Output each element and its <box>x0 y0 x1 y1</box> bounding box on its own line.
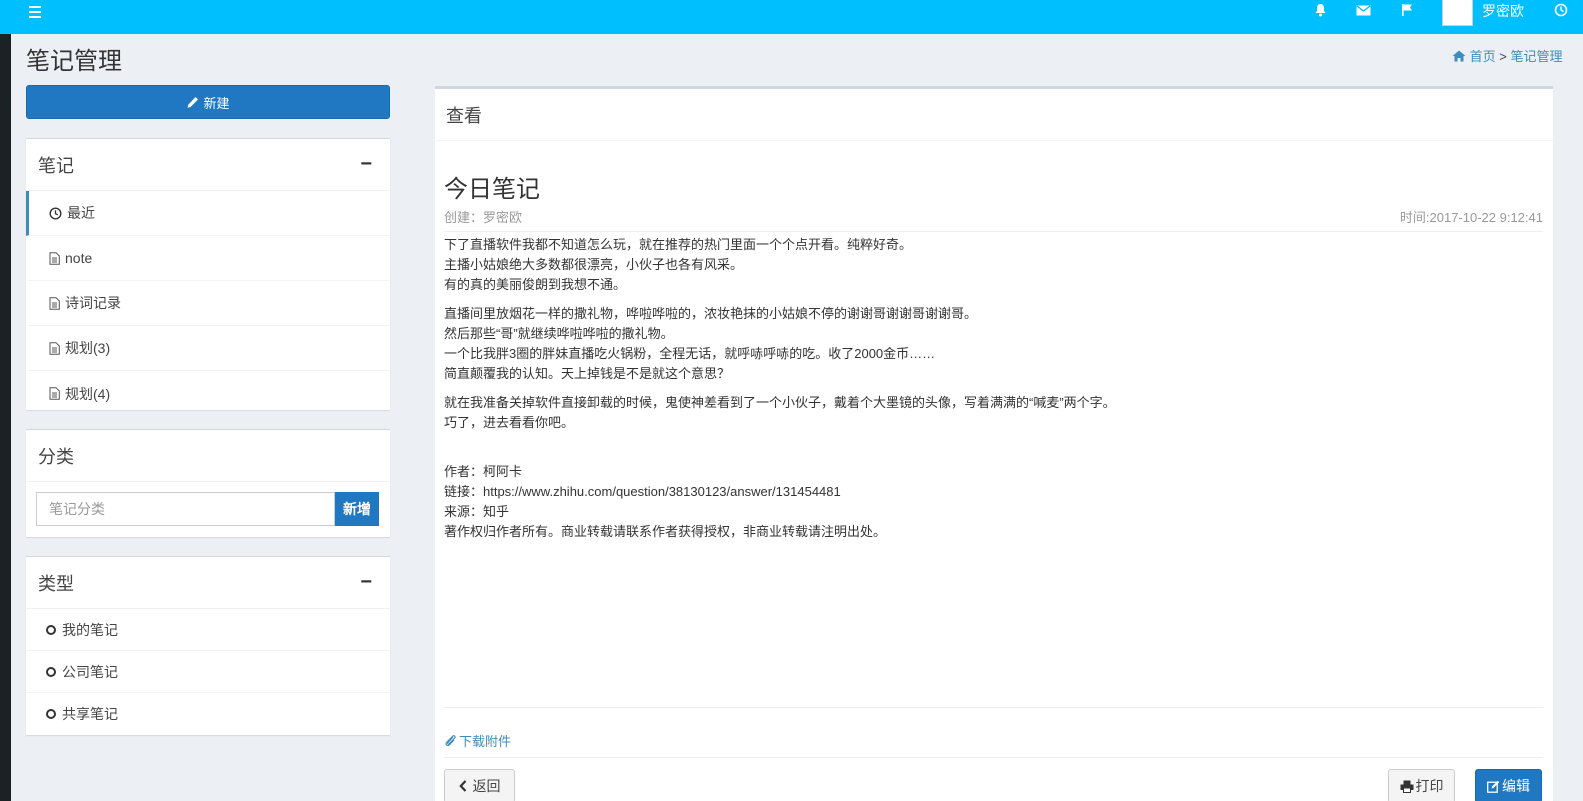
type-collapse-button[interactable]: − <box>360 571 378 594</box>
type-item-label: 共享笔记 <box>62 706 118 722</box>
sidebar-item-poetry[interactable]: 诗词记录 <box>26 281 390 326</box>
paragraph: 作者：柯阿卡 链接：https://www.zhihu.com/question… <box>444 464 887 539</box>
type-box: 类型 − 我的笔记 公司笔记 共享笔记 <box>26 556 390 735</box>
note-creator: 创建：罗密欧 <box>444 210 523 225</box>
type-item-label: 公司笔记 <box>62 663 118 680</box>
type-item-company-notes[interactable]: 公司笔记 <box>26 651 390 693</box>
print-icon <box>1400 780 1413 793</box>
paragraph: 下了直播软件我都不知道怎么玩，就在推荐的热门里面一个个点开看。纯粹好奇。 主播小… <box>444 237 913 292</box>
breadcrumb: 首页 > 笔记管理 <box>1452 46 1563 65</box>
note-time: 时间:2017-10-22 9:12:41 <box>1399 210 1543 225</box>
flag-icon[interactable] <box>1396 0 1418 20</box>
back-button-label: 返回 <box>472 778 501 794</box>
user-name[interactable]: 罗密欧 <box>1482 1 1524 21</box>
clock-icon[interactable] <box>1550 0 1572 20</box>
chevron-left-icon <box>458 780 466 792</box>
print-button-label: 打印 <box>1415 778 1444 794</box>
file-icon <box>49 296 60 310</box>
sidebar-item-recent[interactable]: 最近 <box>26 191 390 236</box>
new-note-label: 新建 <box>203 95 230 111</box>
clock-icon <box>49 206 62 220</box>
print-button[interactable]: 打印 <box>1388 769 1455 801</box>
menu-icon[interactable] <box>26 3 44 21</box>
new-note-button[interactable]: 新建 <box>26 85 390 119</box>
type-box-title: 类型 <box>38 573 74 594</box>
edit-icon <box>1487 780 1500 793</box>
file-icon <box>49 251 60 265</box>
note-view-panel: 查看 今日笔记 创建：罗密欧 时间:2017-10-22 9:12:41 下了直… <box>435 86 1553 801</box>
type-item-label: 我的笔记 <box>62 621 118 638</box>
paperclip-icon <box>445 735 456 747</box>
download-attachment-label: 下载附件 <box>459 734 512 749</box>
sidebar-item-label: 规划(4) <box>65 385 111 402</box>
category-box: 分类 新增 <box>26 429 390 537</box>
breadcrumb-separator: > <box>1499 49 1507 64</box>
sidebar-item-note[interactable]: note <box>26 236 390 281</box>
file-icon <box>49 341 60 355</box>
panel-header: 查看 <box>435 89 1553 141</box>
back-button[interactable]: 返回 <box>444 769 515 801</box>
edit-button[interactable]: 编辑 <box>1475 769 1542 801</box>
notes-box-title: 笔记 <box>38 155 74 176</box>
download-attachment-link[interactable]: 下载附件 <box>444 731 511 750</box>
category-input[interactable] <box>36 492 335 526</box>
type-item-shared-notes[interactable]: 共享笔记 <box>26 693 390 735</box>
divider <box>444 231 1543 232</box>
category-box-title: 分类 <box>38 446 74 467</box>
breadcrumb-home[interactable]: 首页 <box>1470 49 1496 64</box>
circle-icon <box>46 709 56 719</box>
bell-icon[interactable] <box>1309 0 1331 20</box>
home-icon[interactable] <box>1452 49 1470 64</box>
page-title: 笔记管理 <box>26 48 122 75</box>
sidebar-item-label: 规划(3) <box>65 340 111 356</box>
sidebar-item-label: 诗词记录 <box>65 295 121 311</box>
circle-icon <box>46 666 56 677</box>
circle-icon <box>46 624 56 635</box>
file-icon <box>49 387 60 400</box>
add-category-button[interactable]: 新增 <box>335 492 379 526</box>
top-navbar: 罗密欧 <box>0 0 1583 34</box>
notes-collapse-button[interactable]: − <box>360 153 378 176</box>
notes-box: 笔记 − 最近 note 诗词记录 规划(3) 规划(4) <box>26 138 390 410</box>
sidebar-item-plan-3[interactable]: 规划(3) <box>26 326 390 371</box>
left-sidebar-strip <box>0 34 11 801</box>
type-item-my-notes[interactable]: 我的笔记 <box>26 609 390 651</box>
divider <box>444 757 1543 758</box>
breadcrumb-current[interactable]: 笔记管理 <box>1510 49 1562 64</box>
avatar[interactable] <box>1442 0 1473 26</box>
envelope-icon[interactable] <box>1352 0 1374 20</box>
paragraph: 就在我准备关掉软件直接卸载的时候，鬼使神差看到了一个小伙子，戴着个大墨镜的头像，… <box>444 395 1116 430</box>
sidebar-item-plan-4[interactable]: 规划(4) <box>26 371 390 416</box>
sidebar-item-label: note <box>65 250 93 266</box>
pencil-icon <box>187 96 199 108</box>
sidebar-item-label: 最近 <box>67 205 95 221</box>
note-content: 下了直播软件我都不知道怎么玩，就在推荐的热门里面一个个点开看。纯粹好奇。 主播小… <box>444 235 1116 551</box>
note-title: 今日笔记 <box>444 176 540 203</box>
divider <box>444 707 1543 708</box>
paragraph: 直播间里放烟花一样的撒礼物，哗啦哗啦的，浓妆艳抹的小姑娘不停的谢谢哥谢谢哥谢谢哥… <box>444 306 978 381</box>
edit-button-label: 编辑 <box>1502 778 1530 794</box>
